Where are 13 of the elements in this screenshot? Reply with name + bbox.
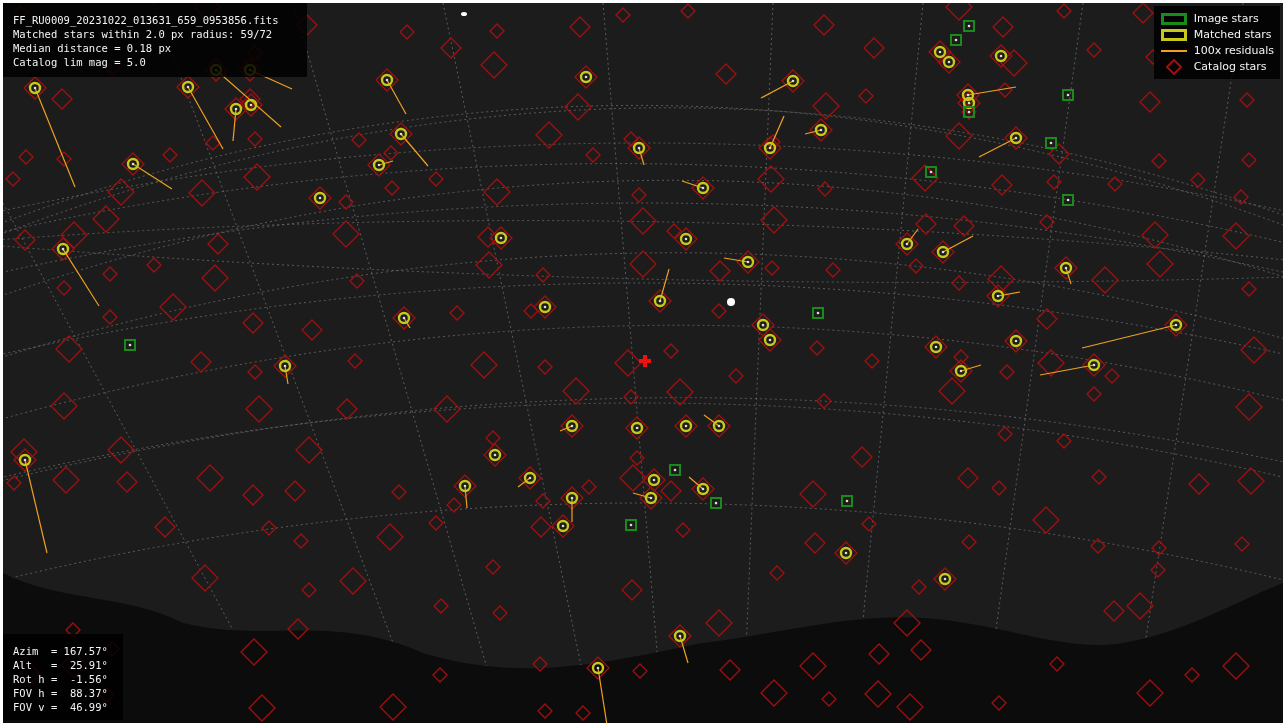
pointing-line: Alt = 25.91°: [13, 658, 109, 672]
pointing-line: Azim = 167.57°: [13, 644, 109, 658]
pointing-line: FOV h = 88.37°: [13, 686, 109, 700]
pointing-line: FOV v = 46.99°: [13, 700, 109, 714]
info-line: Matched stars within 2.0 px radius: 59/72: [13, 27, 274, 41]
legend-label: 100x residuals: [1193, 43, 1274, 58]
legend-label: Matched stars: [1193, 27, 1272, 42]
info-line: Median distance = 0.18 px: [13, 41, 173, 55]
legend-label: Image stars: [1193, 11, 1259, 26]
legend-label: Catalog stars: [1193, 59, 1267, 74]
pointing-line: Rot h = -1.56°: [13, 672, 109, 686]
info-line: FF_RU0009_20231022_013631_659_0953856.fits: [13, 13, 280, 27]
info-line: Catalog lim mag = 5.0: [13, 55, 147, 69]
